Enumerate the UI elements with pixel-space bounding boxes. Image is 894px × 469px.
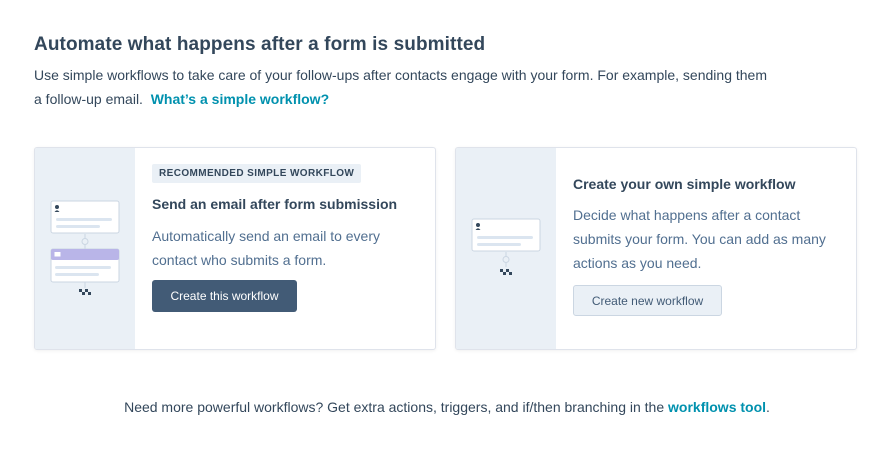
footer-period: . (766, 399, 770, 415)
footer-text: Need more powerful workflows? Get extra … (124, 399, 665, 415)
custom-card-description: Decide what happens after a contact subm… (573, 207, 826, 271)
email-workflow-illustration (35, 148, 135, 349)
workflow-diagram-icon (471, 218, 541, 275)
description-text: Use simple workflows to take care of you… (34, 67, 767, 107)
recommended-card-title: Send an email after form submission (152, 196, 398, 212)
recommended-card-description: Automatically send an email to every con… (152, 228, 380, 268)
recommended-workflow-card: RECOMMENDED SIMPLE WORKFLOW Send an emai… (34, 147, 436, 350)
create-this-workflow-button[interactable]: Create this workflow (152, 280, 297, 312)
custom-workflow-illustration (456, 148, 556, 349)
workflow-diagram-icon (50, 200, 120, 295)
simple-workflow-help-link[interactable]: What’s a simple workflow? (151, 91, 329, 107)
create-new-workflow-button[interactable]: Create new workflow (573, 285, 722, 316)
footer-note: Need more powerful workflows? Get extra … (0, 399, 894, 415)
recommended-badge: RECOMMENDED SIMPLE WORKFLOW (152, 164, 362, 183)
workflows-tool-link[interactable]: workflows tool (668, 399, 766, 415)
page-description: Use simple workflows to take care of you… (34, 63, 774, 111)
page-title: Automate what happens after a form is su… (34, 34, 486, 55)
custom-card-title: Create your own simple workflow (573, 176, 796, 192)
custom-workflow-card: Create your own simple workflow Decide w… (455, 147, 857, 350)
